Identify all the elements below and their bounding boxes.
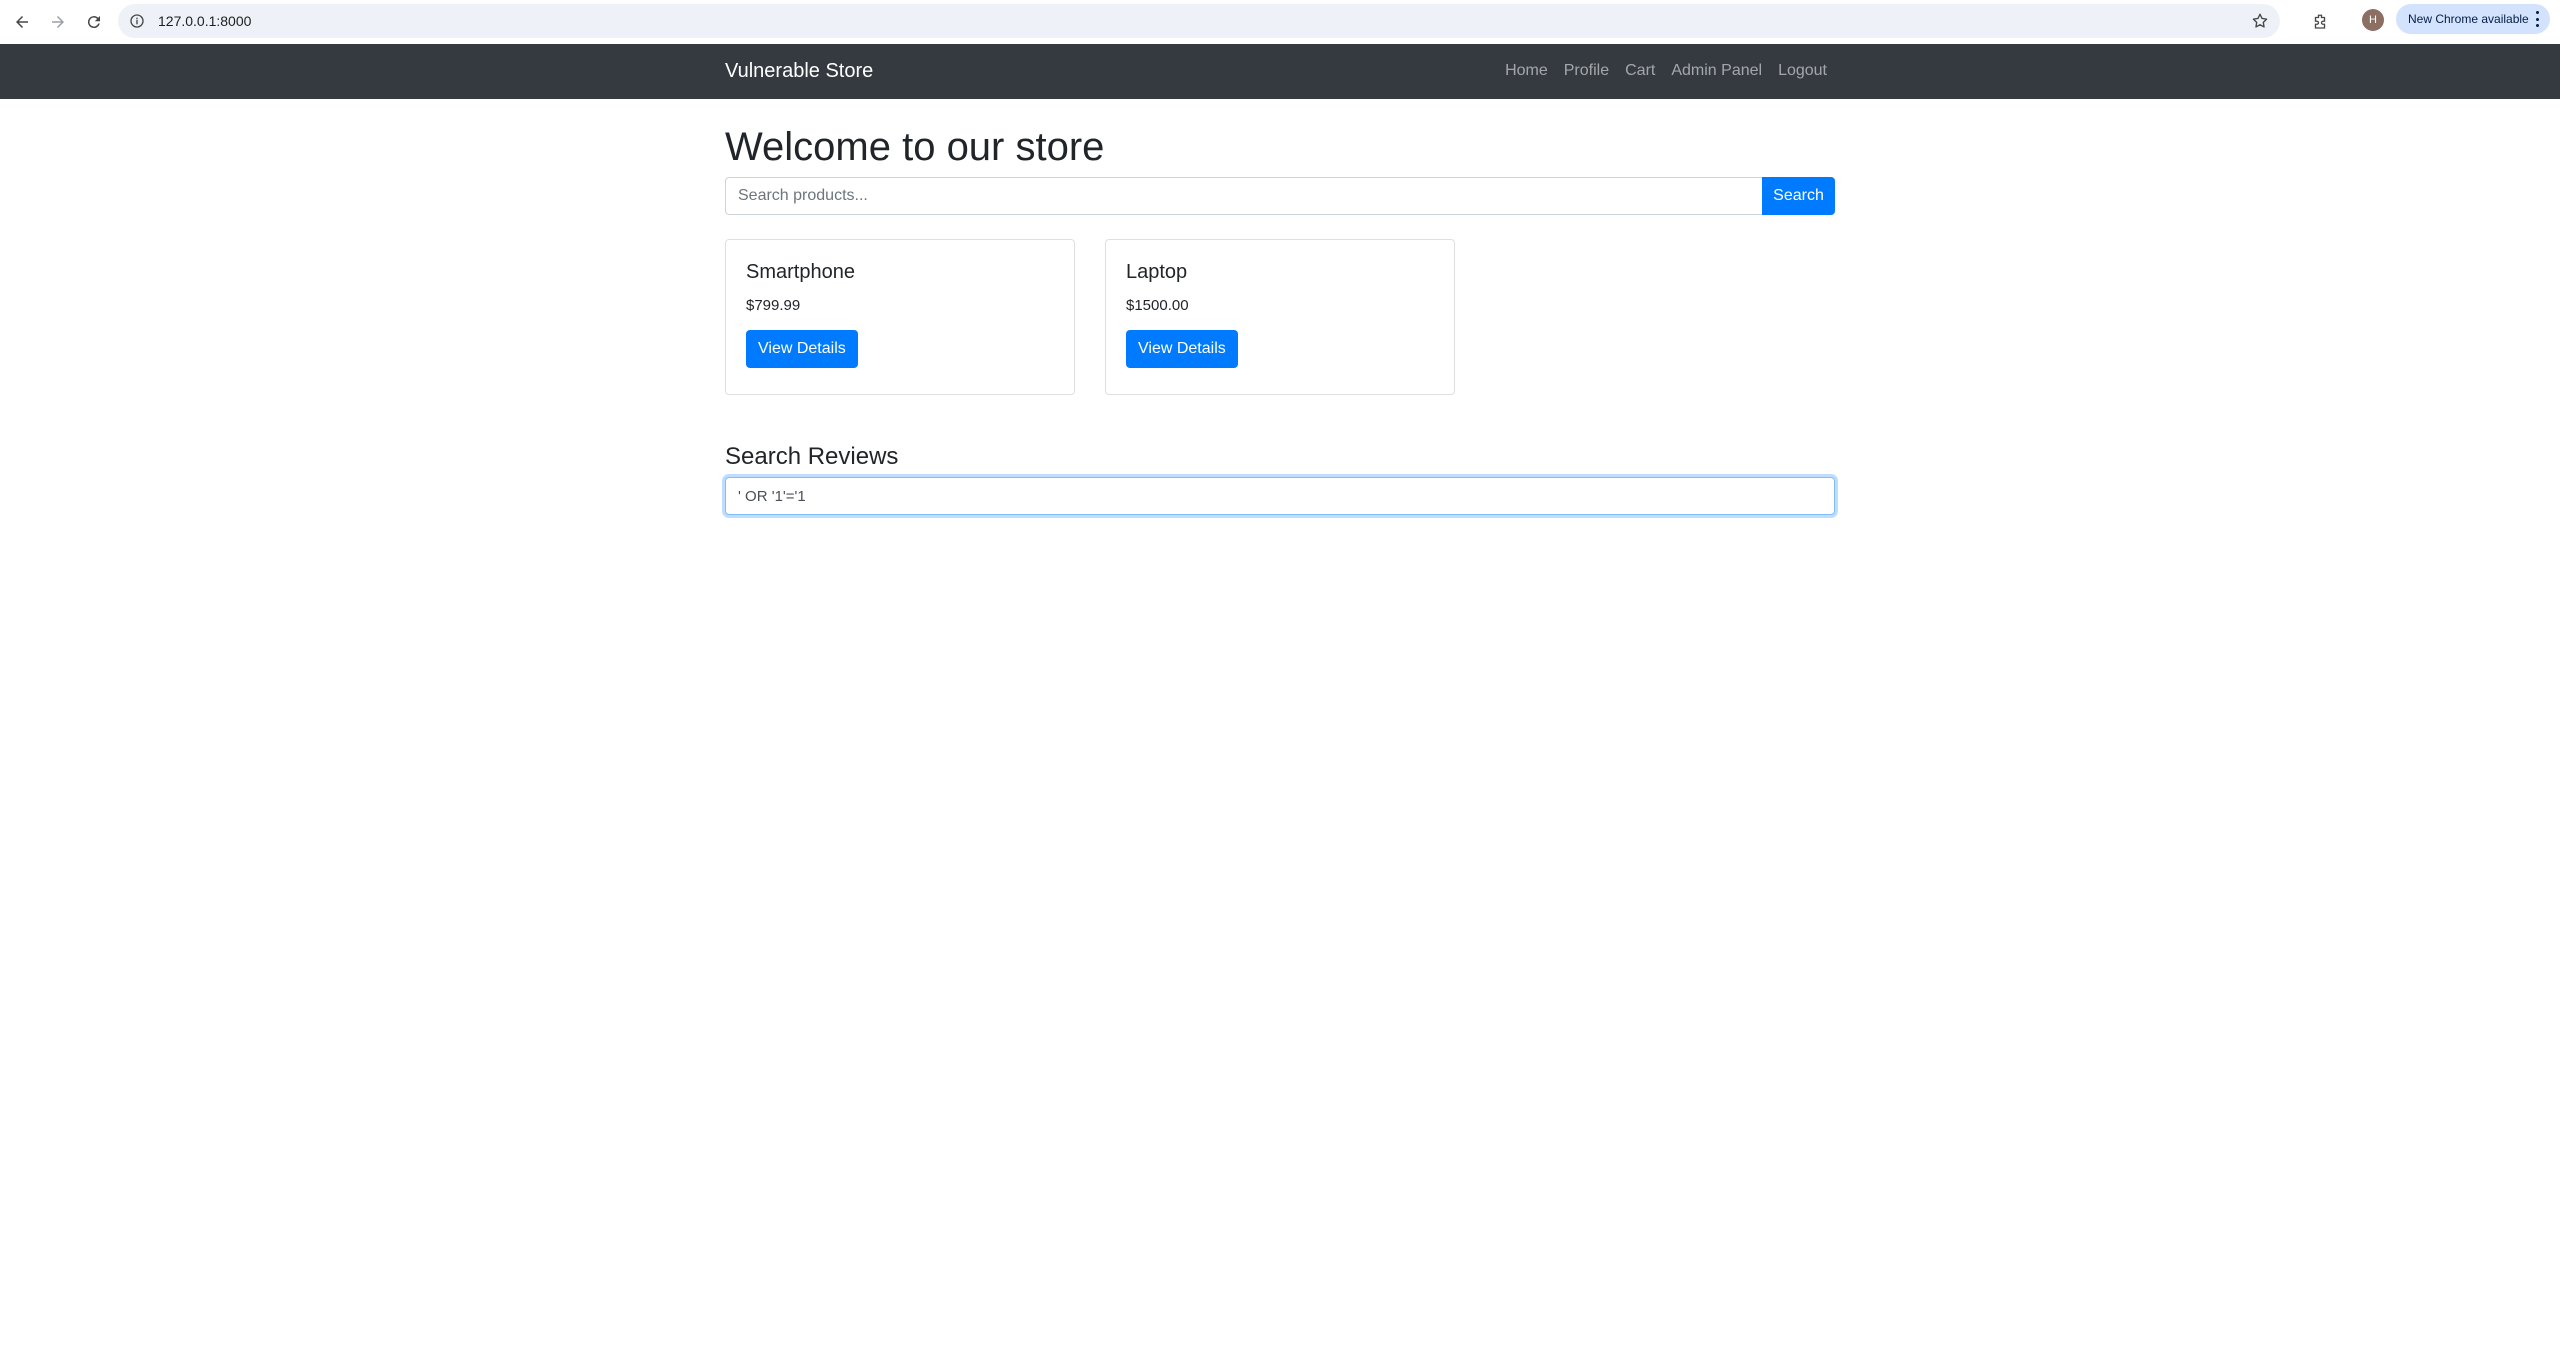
view-details-button[interactable]: View Details [1126, 330, 1238, 368]
search-button[interactable]: Search [1762, 177, 1835, 215]
profile-avatar[interactable]: H [2362, 9, 2384, 31]
reviews-search-input[interactable] [725, 477, 1835, 515]
product-name: Laptop [1126, 261, 1188, 283]
product-search-form: Search [725, 177, 1835, 215]
extensions-icon[interactable] [2306, 8, 2334, 36]
nav-link-profile[interactable]: Profile [1564, 60, 1609, 82]
update-label: New Chrome available [2408, 12, 2529, 26]
browser-toolbar: 127.0.0.1:8000 H New Chrome available [0, 0, 2560, 44]
address-bar[interactable]: 127.0.0.1:8000 [118, 4, 2280, 38]
product-search-input[interactable] [725, 177, 1762, 215]
brand-link[interactable]: Vulnerable Store [725, 59, 873, 83]
forward-icon[interactable] [44, 8, 72, 36]
main-content: Welcome to our store Search Smartphone $… [725, 99, 1835, 515]
url-text[interactable]: 127.0.0.1:8000 [158, 12, 251, 30]
nav-link-logout[interactable]: Logout [1778, 60, 1827, 82]
nav-link-admin-panel[interactable]: Admin Panel [1671, 60, 1762, 82]
nav-links: Home Profile Cart Admin Panel Logout [1505, 60, 1827, 82]
site-navbar: Vulnerable Store Home Profile Cart Admin… [0, 44, 2560, 99]
view-details-button[interactable]: View Details [746, 330, 858, 368]
more-menu-icon[interactable] [2532, 11, 2542, 27]
product-name: Smartphone [746, 261, 855, 283]
nav-link-home[interactable]: Home [1505, 60, 1548, 82]
page-title: Welcome to our store [725, 125, 1105, 169]
site-info-icon[interactable] [128, 12, 146, 30]
chrome-update-button[interactable]: New Chrome available [2396, 4, 2550, 34]
back-icon[interactable] [8, 8, 36, 36]
nav-link-cart[interactable]: Cart [1625, 60, 1655, 82]
product-price: $1500.00 [1126, 297, 1189, 314]
reload-icon[interactable] [80, 8, 108, 36]
product-card: Laptop $1500.00 View Details [1105, 239, 1455, 395]
bookmark-star-icon[interactable] [2250, 11, 2270, 31]
product-price: $799.99 [746, 297, 801, 314]
product-card: Smartphone $799.99 View Details [725, 239, 1075, 395]
product-list: Smartphone $799.99 View Details Laptop $… [725, 239, 1835, 395]
reviews-section-title: Search Reviews [725, 443, 899, 470]
